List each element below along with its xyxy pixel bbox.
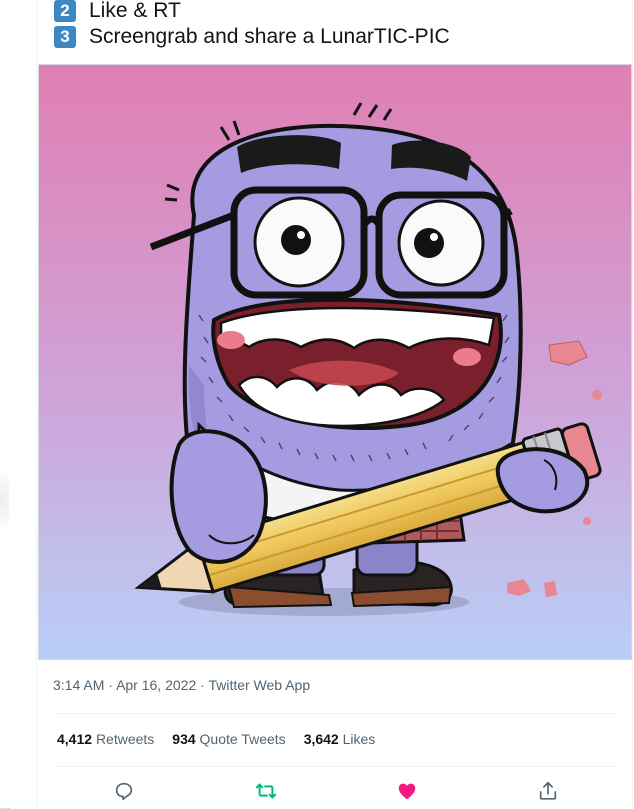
reply-button[interactable] [110,777,138,805]
separator-dot: · [108,677,113,693]
retweets-stat[interactable]: 4,412 Retweets [57,731,154,747]
like-button[interactable] [393,777,421,805]
keycap-3-icon: 3 [54,26,76,48]
retweet-icon [255,783,277,799]
likes-stat[interactable]: 3,642 Likes [304,731,376,747]
left-edge-shadow [0,455,9,545]
divider [53,766,618,767]
heart-icon [398,783,416,800]
tweet-image[interactable] [38,64,632,660]
retweets-label: Retweets [95,731,155,747]
step-item-3: 3 Screengrab and share a LunarTIC-PIC [54,24,450,50]
reply-icon [115,782,133,801]
step-text: Like & RT [89,0,181,22]
divider [53,713,618,714]
retweet-button[interactable] [252,777,280,805]
tweet-detail-page: ... 2 Like & RT 3 Screengrab and share a… [0,0,634,809]
engagement-stats: 4,412 Retweets 934 Quote Tweets 3,642 Li… [57,731,393,747]
retweets-count: 4,412 [57,731,93,747]
timestamp-link[interactable]: 3:14 AM [53,677,104,693]
left-gutter: ... [0,0,36,809]
keycap-2-icon: 2 [54,0,76,22]
tweet-timestamp: 3:14 AM · Apr 16, 2022 · Twitter Web App [53,677,310,693]
quote-tweets-count: 934 [172,731,196,747]
likes-count: 3,642 [303,731,339,747]
likes-label: Likes [342,731,376,747]
separator-dot: · [200,677,205,693]
step-text: Screengrab and share a LunarTIC-PIC [89,25,450,48]
quote-tweets-stat[interactable]: 934 Quote Tweets [172,731,285,747]
quote-tweets-label: Quote Tweets [199,731,286,747]
share-button[interactable] [534,777,562,805]
tweet-actions [37,777,634,805]
share-icon [539,781,557,800]
source-label[interactable]: Twitter Web App [208,677,310,693]
tweet-column: 2 Like & RT 3 Screengrab and share a Lun… [36,0,633,809]
timestamp-date[interactable]: Apr 16, 2022 [116,677,196,693]
step-item-2: 2 Like & RT [54,0,181,24]
more-ellipsis[interactable]: ... [0,798,10,809]
